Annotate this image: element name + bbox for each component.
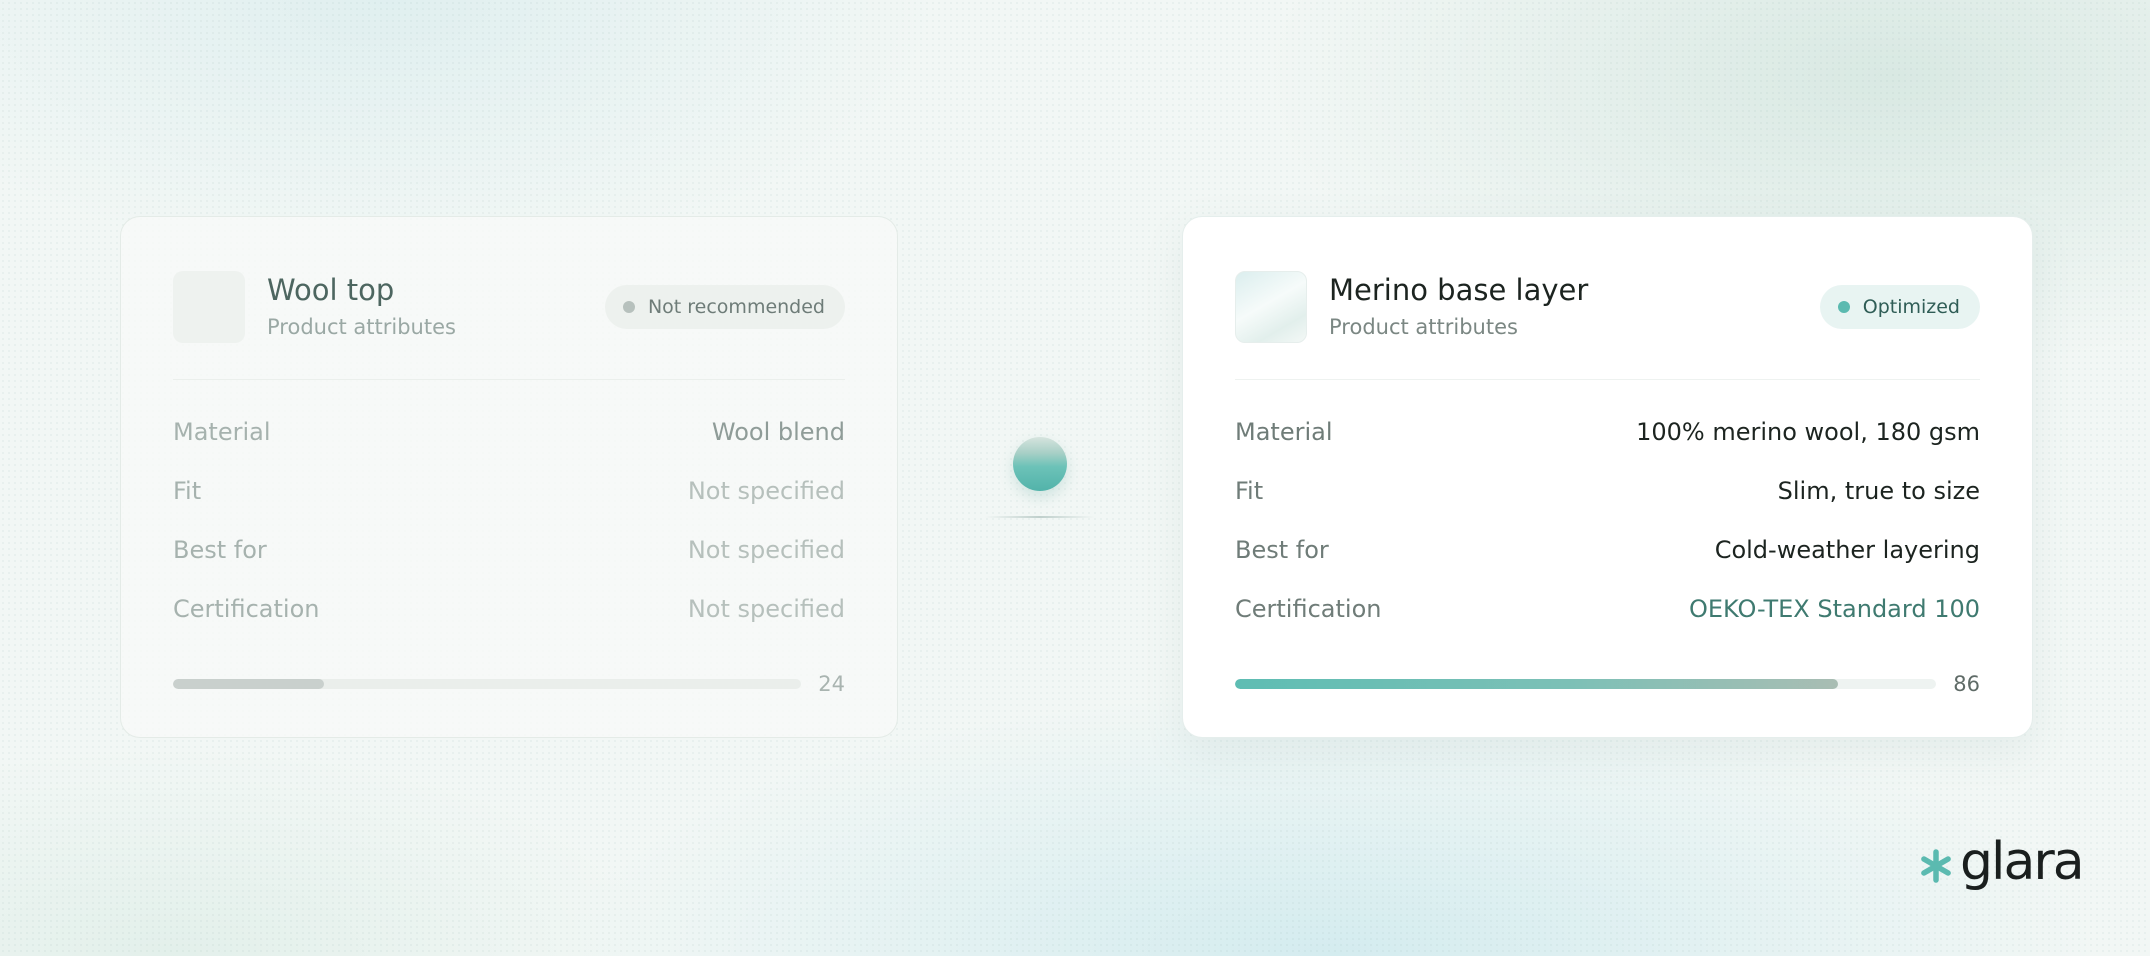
score-value: 24 xyxy=(818,672,845,696)
attribute-label: Material xyxy=(173,417,271,446)
brand-name: glara xyxy=(1960,832,2085,892)
attribute-value: Wool blend xyxy=(711,417,845,446)
attribute-row-fit: Fit Slim, true to size xyxy=(1235,461,1980,520)
attribute-list: Material 100% merino wool, 180 gsm Fit S… xyxy=(1235,402,1980,638)
status-badge: Not recommended xyxy=(604,285,845,329)
attribute-value: Cold-weather layering xyxy=(1714,535,1980,564)
attribute-value: Not specified xyxy=(687,535,845,564)
asterisk-icon xyxy=(1921,849,1951,883)
attribute-value: Not specified xyxy=(687,594,845,623)
product-card-before: Wool top Product attributes Not recommen… xyxy=(120,216,898,738)
attribute-label: Fit xyxy=(173,476,202,505)
status-badge-label: Not recommended xyxy=(647,296,825,318)
attribute-label: Best for xyxy=(1235,535,1329,564)
product-title: Merino base layer xyxy=(1329,273,1589,307)
divider xyxy=(1235,379,1980,380)
card-titles: Wool top Product attributes xyxy=(267,272,605,342)
product-thumbnail xyxy=(1235,271,1307,343)
attribute-label: Fit xyxy=(1235,476,1264,505)
score-fill xyxy=(1235,679,1838,689)
product-subtitle: Product attributes xyxy=(267,315,456,339)
attribute-row-best-for: Best for Cold-weather layering xyxy=(1235,520,1980,579)
score-value: 86 xyxy=(1953,672,1980,696)
status-badge: Optimized xyxy=(1819,285,1980,329)
attribute-label: Best for xyxy=(173,535,267,564)
attribute-row-material: Material Wool blend xyxy=(173,402,845,461)
attribute-label: Material xyxy=(1235,417,1333,446)
status-badge-label: Optimized xyxy=(1862,296,1960,318)
attribute-value: 100% merino wool, 180 gsm xyxy=(1636,417,1980,446)
score-fill xyxy=(173,679,324,689)
attribute-value: Slim, true to size xyxy=(1777,476,1980,505)
attribute-row-material: Material 100% merino wool, 180 gsm xyxy=(1235,402,1980,461)
score-meter: 24 xyxy=(173,672,845,696)
attribute-value: Not specified xyxy=(687,476,845,505)
attribute-label: Certification xyxy=(173,594,320,623)
attribute-row-certification: Certification OEKO-TEX Standard 100 xyxy=(1235,579,1980,638)
brand-logo: glara xyxy=(1918,832,2085,892)
score-track xyxy=(173,679,801,689)
card-header: Wool top Product attributes Not recommen… xyxy=(173,269,845,345)
attribute-row-fit: Fit Not specified xyxy=(173,461,845,520)
score-track xyxy=(1235,679,1936,689)
status-dot-icon xyxy=(1837,301,1850,313)
attribute-label: Certification xyxy=(1235,594,1382,623)
attribute-row-best-for: Best for Not specified xyxy=(173,520,845,579)
score-meter: 86 xyxy=(1235,672,1980,696)
product-card-after: Merino base layer Product attributes Opt… xyxy=(1182,216,2033,738)
attribute-value: OEKO-TEX Standard 100 xyxy=(1688,594,1980,623)
product-title: Wool top xyxy=(267,273,395,307)
transition-orb-icon xyxy=(1013,437,1067,491)
card-titles: Merino base layer Product attributes xyxy=(1329,272,1820,342)
attribute-row-certification: Certification Not specified xyxy=(173,579,845,638)
attribute-list: Material Wool blend Fit Not specified Be… xyxy=(173,402,845,638)
card-header: Merino base layer Product attributes Opt… xyxy=(1235,269,1980,345)
orb-shadow xyxy=(985,516,1095,518)
divider xyxy=(173,379,845,380)
product-thumbnail xyxy=(173,271,245,343)
product-subtitle: Product attributes xyxy=(1329,315,1518,339)
status-dot-icon xyxy=(622,301,635,313)
